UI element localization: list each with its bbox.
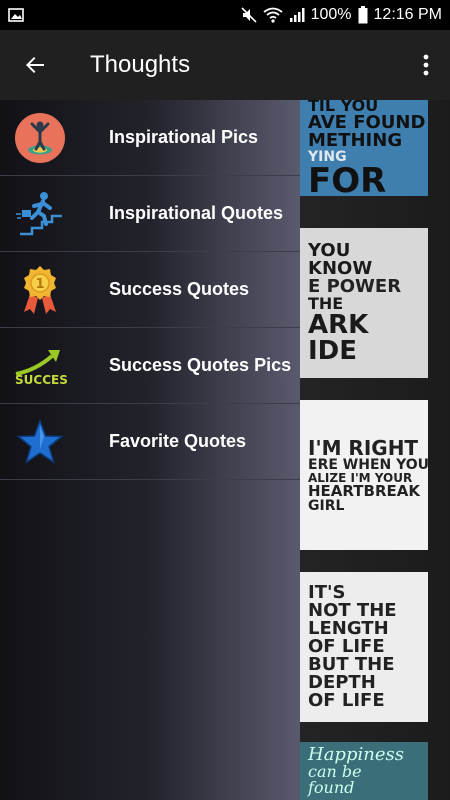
quote-pic-text: IDE	[308, 336, 358, 366]
medal-icon: 1	[0, 252, 80, 328]
signal-icon	[289, 7, 305, 23]
quote-pic-text: METHING	[308, 130, 403, 151]
quote-pic-text: GIRL	[308, 497, 345, 514]
drawer-item-label: Inspirational Pics	[109, 127, 259, 147]
person-target-icon	[0, 100, 80, 176]
quote-pic-text: ERE WHEN YOU	[308, 456, 428, 473]
battery-percentage: 100%	[310, 6, 352, 23]
gallery-notification-icon	[8, 8, 24, 22]
drawer-item-inspirational-pics[interactable]: Inspirational Pics	[0, 100, 300, 176]
wifi-icon	[263, 7, 283, 23]
drawer-item-label: Favorite Quotes	[109, 431, 247, 451]
clock: 12:16 PM	[373, 6, 442, 23]
mute-icon	[241, 7, 257, 23]
drawer-item-favorite-quotes[interactable]: Favorite Quotes	[0, 404, 300, 480]
navigation-drawer: Inspirational Pics Inspirational Quotes …	[0, 100, 300, 800]
svg-text:SUCCESS: SUCCESS	[15, 373, 68, 387]
drawer-item-label: Success Quotes Pics	[109, 355, 292, 375]
overflow-menu-button[interactable]	[402, 30, 450, 100]
drawer-item-success-quotes-pics[interactable]: SUCCESS Success Quotes Pics	[0, 328, 300, 404]
drawer-item-label: Inspirational Quotes	[109, 203, 284, 223]
drawer-item-inspirational-quotes[interactable]: Inspirational Quotes	[0, 176, 300, 252]
page-title: Thoughts	[90, 51, 191, 78]
success-arrow-icon: SUCCESS	[0, 328, 80, 404]
svg-text:1: 1	[35, 277, 44, 292]
quote-pic-text: OF LIFE	[308, 690, 385, 711]
arrow-back-icon	[26, 57, 44, 73]
drawer-item-success-quotes[interactable]: 1 Success Quotes	[0, 252, 300, 328]
star-icon	[0, 404, 80, 480]
quote-pic-text: found	[308, 778, 355, 797]
battery-icon	[358, 6, 368, 24]
quote-pic-text: ARK	[308, 310, 369, 340]
climbing-stairs-icon	[0, 176, 80, 252]
drawer-item-label: Success Quotes	[109, 279, 250, 299]
quote-pic-text: FOR	[308, 161, 387, 196]
more-vert-icon	[423, 54, 429, 76]
quote-pic-text: HEARTBREAK	[308, 481, 420, 500]
app-bar: Thoughts	[0, 30, 450, 100]
back-button[interactable]	[0, 30, 70, 100]
quote-pic-text: I'M RIGHT	[308, 435, 419, 460]
status-bar: 100% 12:16 PM	[0, 0, 450, 30]
